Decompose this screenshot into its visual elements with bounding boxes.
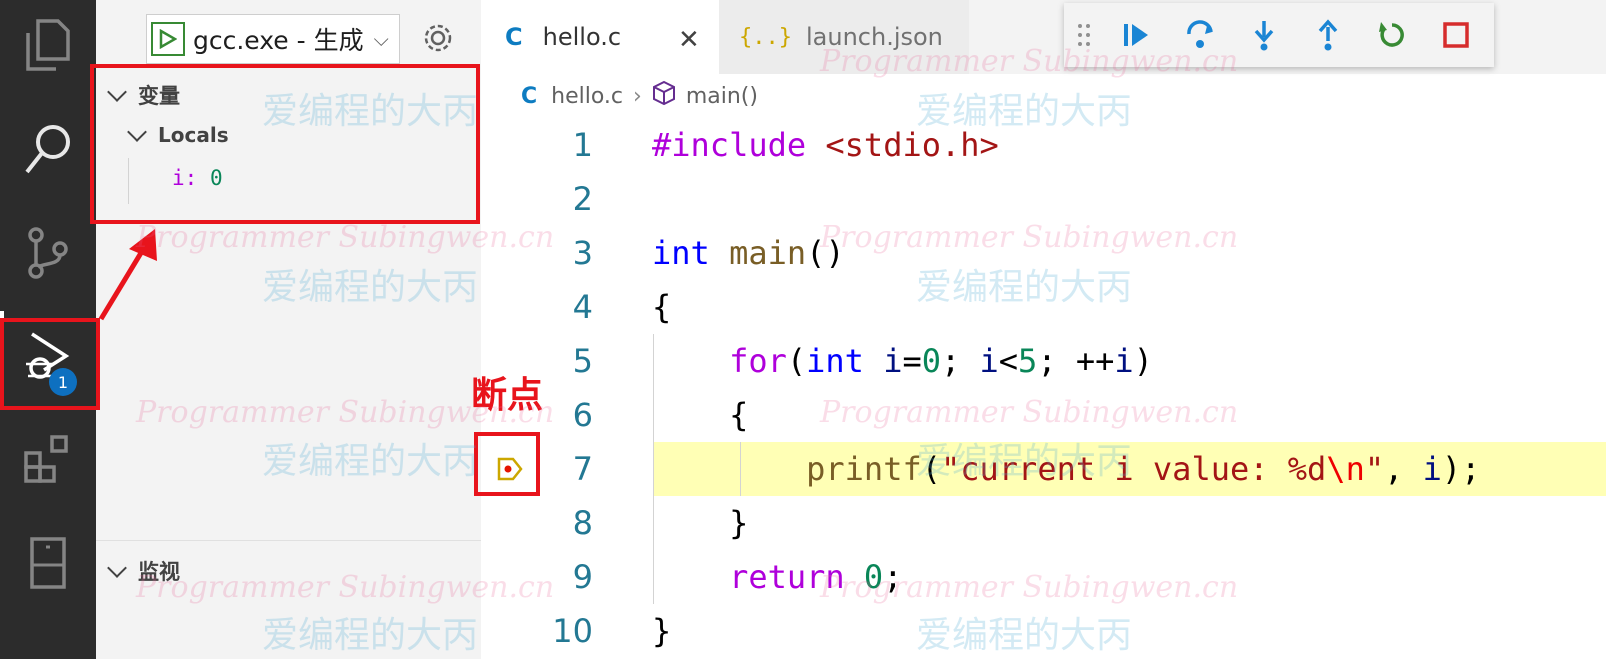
start-debugging-icon[interactable] (151, 22, 185, 56)
code-text: for(int i=0; i<5; ++i) (729, 342, 1153, 380)
watermark-text: Programmer Subingwen.cn (820, 220, 1239, 255)
watermark-text: 爱编程的大丙 (262, 441, 479, 482)
cube-icon (652, 80, 676, 112)
chevron-down-icon: ⌵ (373, 27, 389, 51)
gear-icon[interactable] (422, 22, 454, 59)
restart-icon[interactable] (1360, 3, 1424, 67)
line-number: 8 (572, 504, 593, 542)
code-text: { (652, 288, 672, 326)
debug-config-select[interactable]: gcc.exe - 生成 ⌵ (146, 14, 400, 64)
code-text: } (652, 504, 749, 542)
watermark-text: 爱编程的大丙 (916, 91, 1133, 132)
breadcrumb-symbol[interactable]: main() (686, 84, 758, 109)
indent-guide (653, 334, 654, 604)
stop-icon[interactable] (1424, 3, 1488, 67)
breakpoint-highlight-box (474, 432, 540, 496)
step-out-icon[interactable] (1296, 3, 1360, 67)
code-text: { (652, 396, 749, 434)
code-text: } (652, 612, 672, 650)
watermark-text: Programmer Subingwen.cn (136, 395, 555, 430)
watermark-text: 爱编程的大丙 (262, 267, 479, 308)
extensions-icon[interactable] (0, 414, 96, 504)
code-text: int main() (652, 234, 845, 272)
debug-config-label: gcc.exe - 生成 (193, 26, 364, 55)
explorer-icon[interactable] (0, 0, 96, 90)
breadcrumb: C hello.c › main() (481, 76, 758, 116)
line-number: 1 (572, 126, 593, 164)
watermark-text: Programmer Subingwen.cn (820, 395, 1239, 430)
indent-guide (740, 442, 741, 496)
tab-label: hello.c (542, 23, 622, 51)
watermark-text: Programmer Subingwen.cn (820, 570, 1239, 605)
watermark-text: 爱编程的大丙 (916, 267, 1133, 308)
debug-icon-highlight-box (0, 318, 100, 410)
section-divider (96, 540, 481, 541)
remote-explorer-icon[interactable] (0, 518, 96, 608)
chevron-right-icon: › (633, 83, 642, 109)
watermark-text: Programmer Subingwen.cn (136, 570, 555, 605)
chevron-down-icon (107, 558, 127, 578)
watermark-text: 爱编程的大丙 (262, 615, 479, 656)
watermark-text: 爱编程的大丙 (916, 615, 1133, 656)
watermark-text: 爱编程的大丙 (916, 441, 1133, 482)
watermark-text: Programmer Subingwen.cn (820, 44, 1239, 79)
json-file-icon: {..} (739, 24, 792, 50)
line-number: 2 (572, 180, 593, 218)
close-icon[interactable]: ✕ (678, 24, 700, 55)
line-number: 4 (572, 288, 593, 326)
c-file-icon: C (505, 23, 523, 51)
search-icon[interactable] (0, 104, 96, 194)
breadcrumb-file[interactable]: hello.c (551, 84, 623, 109)
step-into-icon[interactable] (1232, 3, 1296, 67)
source-control-icon[interactable] (0, 208, 96, 298)
watermark-text: 爱编程的大丙 (262, 91, 479, 132)
c-file-icon: C (521, 83, 538, 109)
line-number: 10 (552, 612, 593, 650)
watermark-text: Programmer Subingwen.cn (136, 220, 555, 255)
